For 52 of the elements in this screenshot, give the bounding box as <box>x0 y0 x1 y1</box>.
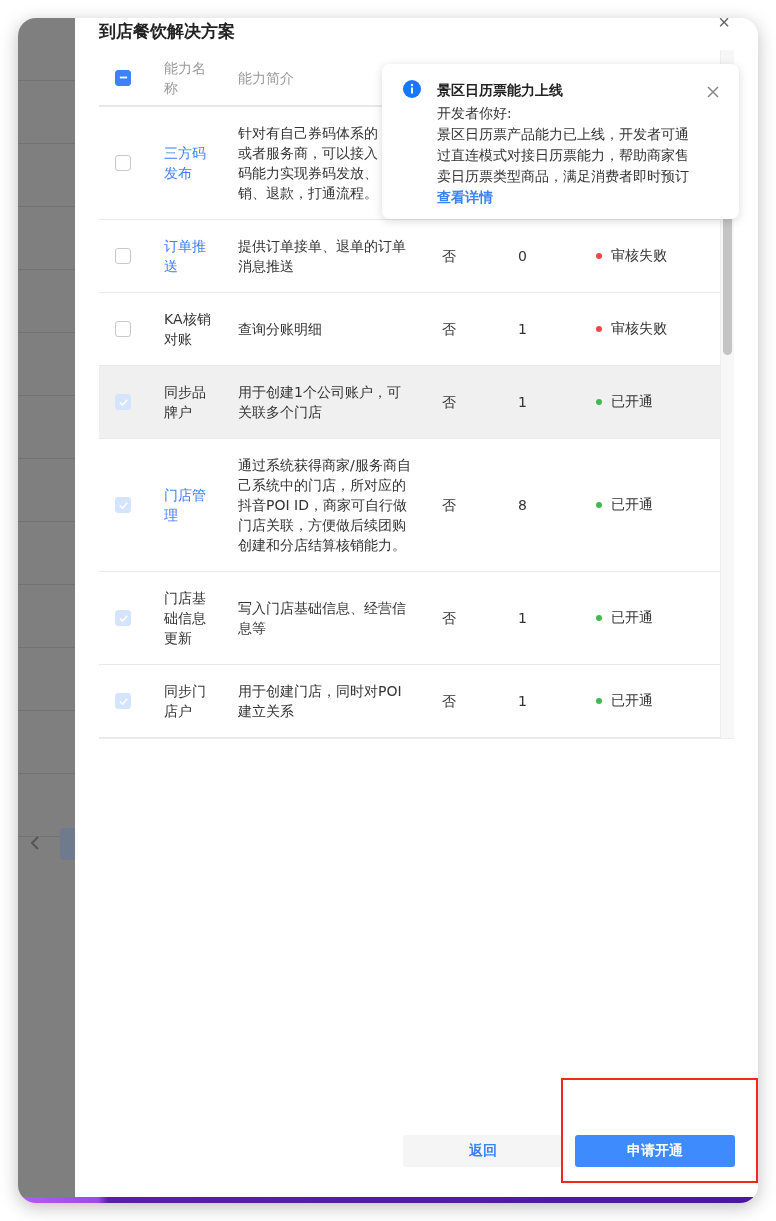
ability-name: 同步门店户 <box>163 682 207 721</box>
column-header: 能力简介 <box>237 68 295 88</box>
modal-title: 到店餐饮解决方案 <box>99 20 235 43</box>
table-cell-text: 1 <box>517 320 528 339</box>
ability-name: 同步品牌户 <box>163 383 207 422</box>
check-icon <box>117 695 129 707</box>
table-cell-text: 查询分账明细 <box>237 320 323 339</box>
status-text: 已开通 <box>611 496 653 514</box>
close-button[interactable]: × <box>718 18 730 32</box>
table-cell-text: 否 <box>441 393 457 412</box>
table-cell-text: 否 <box>441 496 457 515</box>
details-link[interactable]: 查看详情 <box>437 187 493 208</box>
table-cell-text: 8 <box>517 496 528 515</box>
check-icon <box>117 499 129 511</box>
ability-name: KA核销对账 <box>163 310 212 349</box>
table-cell-text: 用于创建门店，同时对POI建立关系 <box>237 682 403 721</box>
table-cell-text: 通过系统获得商家/服务商自己系统中的门店，所对应的抖音POI ID，商家可自行做门店关联，方便做后续团购创建和分店结算核销能力。 <box>237 456 412 555</box>
table-cell-text: 否 <box>441 320 457 339</box>
checkbox[interactable] <box>115 321 131 337</box>
table-cell-text: 否 <box>441 609 457 628</box>
ability-link[interactable]: 三方码发布 <box>150 127 216 199</box>
column-header: 能力名称 <box>163 58 207 98</box>
status-text: 已开通 <box>611 393 653 411</box>
close-button[interactable] <box>707 86 719 98</box>
check-icon <box>117 612 129 624</box>
table-cell-text: 否 <box>441 247 457 266</box>
checkbox[interactable] <box>115 248 131 264</box>
table-cell-text: 用于创建1个公司账户，可关联多个门店 <box>237 383 402 422</box>
table-cell-text: 1 <box>517 692 528 711</box>
status-text: 已开通 <box>611 609 653 627</box>
check-icon <box>117 396 129 408</box>
table-cell-text: 针对有自己券码体系的或者服务商，可以接入码能力实现券码发放、销、退款，打通流程。 <box>237 124 379 203</box>
table-cell-text: 否 <box>441 692 457 711</box>
ability-link[interactable]: 订单推送 <box>150 220 216 292</box>
checkbox[interactable] <box>115 155 131 171</box>
table-cell-text: 1 <box>517 393 528 412</box>
back-button[interactable]: 返回 <box>403 1135 563 1167</box>
info-icon <box>403 80 421 98</box>
status-text: 审核失败 <box>611 247 667 265</box>
apply-button[interactable]: 申请开通 <box>575 1135 735 1167</box>
notification-title: 景区日历票能力上线 <box>437 81 564 100</box>
notification-text: 景区日历票产品能力已上线，开发者可通过直连模式对接日历票能力，帮助商家售卖日历票类型商品，满足消费者即时预订 <box>437 125 690 186</box>
ability-name: 门店基础信息更新 <box>163 589 207 648</box>
notification-text: 开发者你好: <box>437 104 513 123</box>
status-text: 审核失败 <box>611 320 667 338</box>
status-text: 已开通 <box>611 692 653 710</box>
chevron-left-icon[interactable] <box>29 835 41 851</box>
table-cell-text: 1 <box>517 609 528 628</box>
checkbox[interactable] <box>115 69 131 86</box>
table-cell-text: 0 <box>517 247 528 266</box>
table-cell-text: 写入门店基础信息、经营信息等 <box>237 599 407 638</box>
table-cell-text: 提供订单接单、退单的订单消息推送 <box>237 237 407 276</box>
